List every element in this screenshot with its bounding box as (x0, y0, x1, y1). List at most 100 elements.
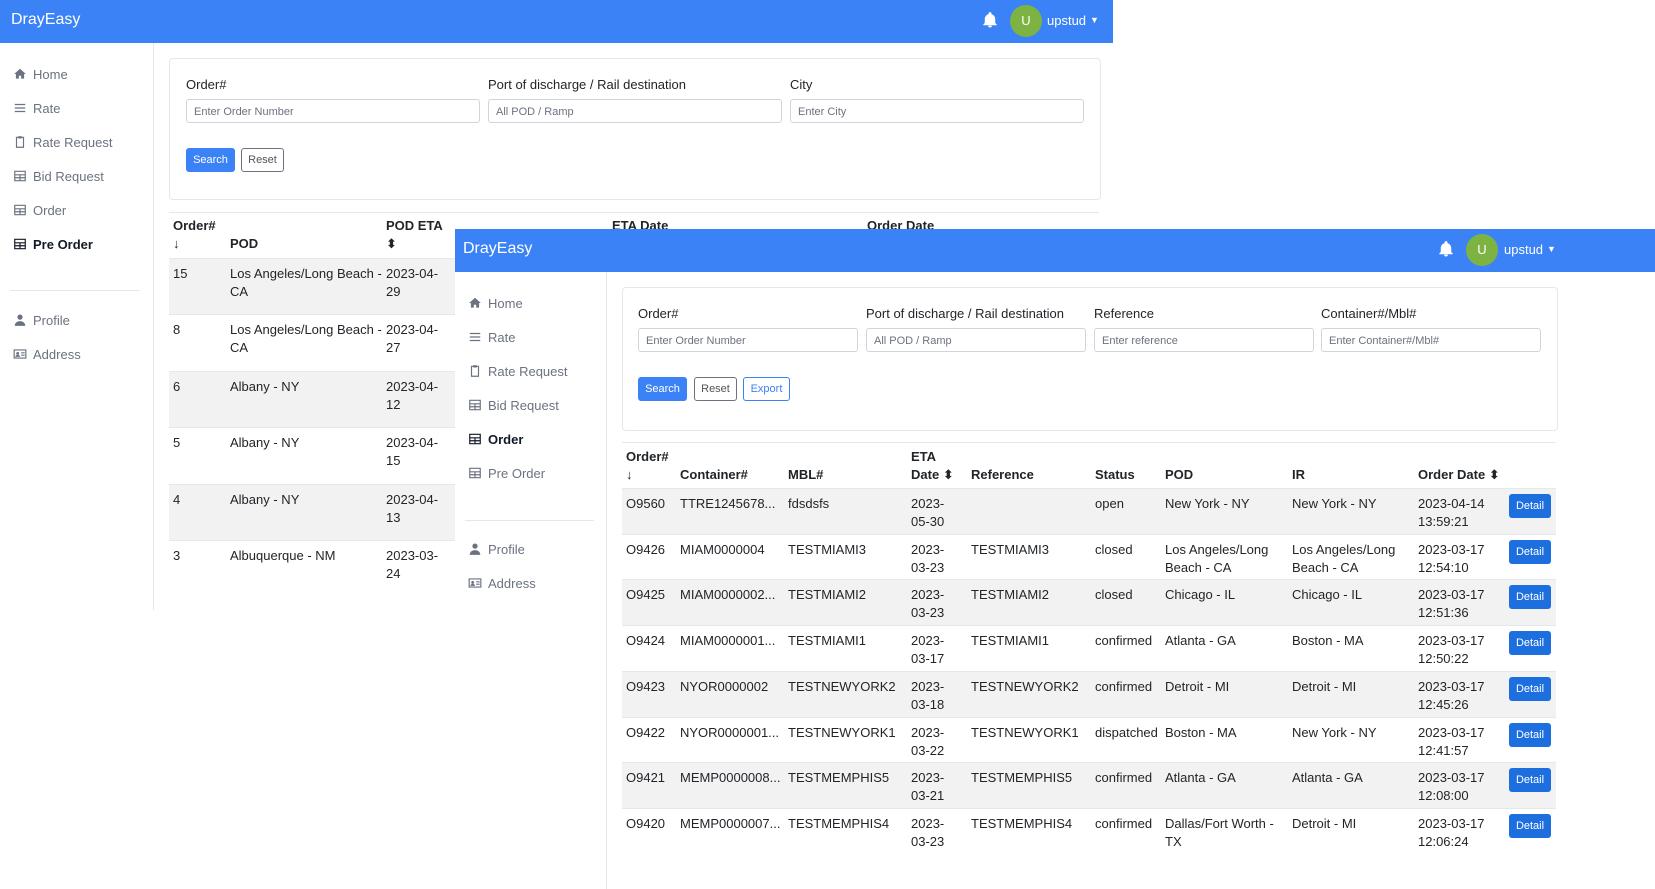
sort-desc-icon[interactable]: ↓ (173, 236, 180, 251)
ir-cell: New York - NY (1292, 495, 1377, 513)
detail-button[interactable]: Detail (1509, 813, 1551, 838)
sidebar-item-pre-order[interactable]: Pre Order (468, 463, 545, 483)
eta-cell: 2023- 03-21 (911, 769, 944, 805)
col-order-date[interactable]: Order Date ⬍ (1418, 466, 1500, 484)
detail-button[interactable]: Detail (1509, 585, 1551, 610)
user-menu[interactable]: upstud ▼ (1047, 13, 1099, 28)
brand-logo[interactable]: DrayEasy (11, 11, 80, 29)
text-line: 12:08:00 (1418, 788, 1469, 804)
order-cell[interactable]: O9425 (626, 586, 665, 604)
container-mbl-input[interactable]: Enter Container#/Mbl# (1321, 328, 1541, 352)
reference-cell: TESTMEMPHIS4 (971, 815, 1073, 831)
reset-button[interactable]: Reset (694, 377, 737, 401)
bell-icon[interactable] (1437, 240, 1455, 258)
sidebar-item-label: Pre Order (33, 236, 93, 252)
col-order[interactable]: Order# ↓ (626, 448, 669, 484)
text-line: Detroit - MI (1292, 815, 1357, 831)
detail-button[interactable]: Detail (1509, 539, 1551, 564)
table-row[interactable]: O9426 MIAM0000004 TESTMIAMI3 2023- 03-23 TEST… (622, 533, 1556, 581)
sidebar-item-bid-request[interactable]: Bid Request (468, 395, 559, 415)
order-cell[interactable]: O9560 (626, 495, 665, 513)
table-row[interactable]: O9424 MIAM0000001... TESTMIAMI1 2023- 03-17 T… (622, 625, 1556, 672)
order-number-input[interactable]: Enter Order Number (186, 99, 480, 123)
sidebar: Home Rate Rate Request Bid Request Order Pre … (0, 43, 154, 610)
pod-eta-cell: 2023-04- 13 (386, 491, 438, 527)
col-pod-eta[interactable]: POD ETA ⬍ (386, 217, 443, 253)
search-button[interactable]: Search (638, 377, 687, 401)
table-icon (14, 238, 26, 250)
detail-button[interactable]: Detail (1509, 631, 1551, 656)
text-line: Detroit - MI (1292, 678, 1357, 694)
pod-input[interactable]: All POD / Ramp (488, 99, 782, 123)
detail-button[interactable]: Detail (1509, 722, 1551, 747)
col-pod-eta-label: POD ETA (386, 218, 443, 233)
ir-cell: Boston - MA (1292, 632, 1364, 650)
sidebar-item-rate-request[interactable]: Rate Request (13, 132, 113, 152)
order-cell[interactable]: O9420 (626, 815, 665, 833)
bell-icon[interactable] (981, 11, 999, 29)
sort-icon[interactable]: ⬍ (1489, 467, 1500, 482)
detail-button[interactable]: Detail (1509, 494, 1551, 518)
sidebar-item-order[interactable]: Order (468, 429, 523, 449)
text-line: Detroit - MI (1165, 678, 1230, 694)
sidebar-item-home[interactable]: Home (468, 293, 523, 313)
table-row[interactable]: O9560 TTRE1245678... fdsdsfs 2023- 05-30 open… (622, 488, 1556, 535)
sort-icon[interactable]: ⬍ (943, 467, 954, 482)
table-row[interactable]: O9423 NYOR0000002 TESTNEWYORK2 2023- 03-18 TE… (622, 670, 1556, 718)
sort-desc-icon[interactable]: ↓ (626, 467, 633, 482)
table-row[interactable]: O9420 MEMP0000007... TESTMEMPHIS4 2023- 03-2… (622, 807, 1556, 855)
container-filter-label: Container#/Mbl# (1321, 306, 1417, 321)
order-cell[interactable]: O9424 (626, 632, 665, 650)
status-cell: open (1095, 496, 1124, 511)
sidebar-item-home[interactable]: Home (13, 64, 68, 84)
sidebar-item-pre-order[interactable]: Pre Order (13, 234, 93, 254)
sidebar-item-address[interactable]: Address (468, 573, 536, 593)
user-menu[interactable]: upstud ▼ (1504, 242, 1556, 257)
table-row[interactable]: O9421 MEMP0000008... TESTMEMPHIS5 2023- 03-2… (622, 762, 1556, 810)
city-filter-label: City (790, 77, 813, 92)
text-line: 15 (386, 453, 401, 469)
pod-eta-cell: 2023-03- 24 (386, 547, 438, 583)
text-line: CA (230, 284, 249, 299)
table-row[interactable]: O9422 NYOR0000001... TESTNEWYORK1 2023- 03-2… (622, 716, 1556, 764)
sidebar-item-profile[interactable]: Profile (468, 539, 525, 559)
sidebar-item-profile[interactable]: Profile (13, 310, 70, 330)
detail-button[interactable]: Detail (1509, 676, 1551, 701)
reference-cell: TESTMIAMI2 (971, 587, 1050, 603)
col-eta-date[interactable]: ETA Date ⬍ (911, 448, 954, 484)
ir-cell: New York - NY (1292, 724, 1377, 742)
sidebar-item-bid-request[interactable]: Bid Request (13, 166, 104, 186)
sidebar-item-label: Home (33, 66, 68, 82)
sidebar-item-rate[interactable]: Rate (468, 327, 515, 347)
pod-cell: Detroit - MI (1165, 678, 1229, 696)
sort-icon[interactable]: ⬍ (386, 236, 397, 251)
order-number-input[interactable]: Enter Order Number (638, 328, 858, 352)
avatar[interactable]: U (1010, 5, 1042, 37)
text-line: 2023-04- (386, 322, 439, 338)
text-line: 05-30 (911, 514, 945, 529)
text-line: 2023-03-17 (1418, 678, 1485, 694)
col-order[interactable]: Order# ↓ (173, 217, 216, 253)
sidebar-item-order[interactable]: Order (13, 200, 66, 220)
order-cell[interactable]: O9421 (626, 769, 665, 787)
city-input[interactable]: Enter City (790, 99, 1084, 123)
detail-button[interactable]: Detail (1509, 768, 1551, 793)
user-name: upstud (1504, 242, 1544, 257)
sidebar-item-address[interactable]: Address (13, 344, 81, 364)
brand-logo[interactable]: DrayEasy (463, 240, 532, 258)
order-cell[interactable]: O9422 (626, 724, 665, 742)
order-cell[interactable]: O9423 (626, 678, 665, 696)
avatar[interactable]: U (1466, 234, 1498, 266)
text-line: 2023-04-14 (1418, 496, 1485, 511)
pod-input[interactable]: All POD / Ramp (866, 328, 1086, 352)
sidebar: Home Rate Rate Request Bid Request Order Pre … (455, 272, 607, 889)
reference-input[interactable]: Enter reference (1094, 328, 1314, 352)
table-row[interactable]: O9425 MIAM0000002... TESTMIAMI2 2023- 03-23 T… (622, 579, 1556, 627)
sidebar-item-rate-request[interactable]: Rate Request (468, 361, 568, 381)
sidebar-item-label: Order (33, 202, 67, 218)
search-button[interactable]: Search (186, 148, 235, 172)
sidebar-item-rate[interactable]: Rate (13, 98, 60, 118)
reset-button[interactable]: Reset (241, 148, 284, 172)
export-button[interactable]: Export (743, 377, 790, 401)
order-cell[interactable]: O9426 (626, 541, 665, 559)
